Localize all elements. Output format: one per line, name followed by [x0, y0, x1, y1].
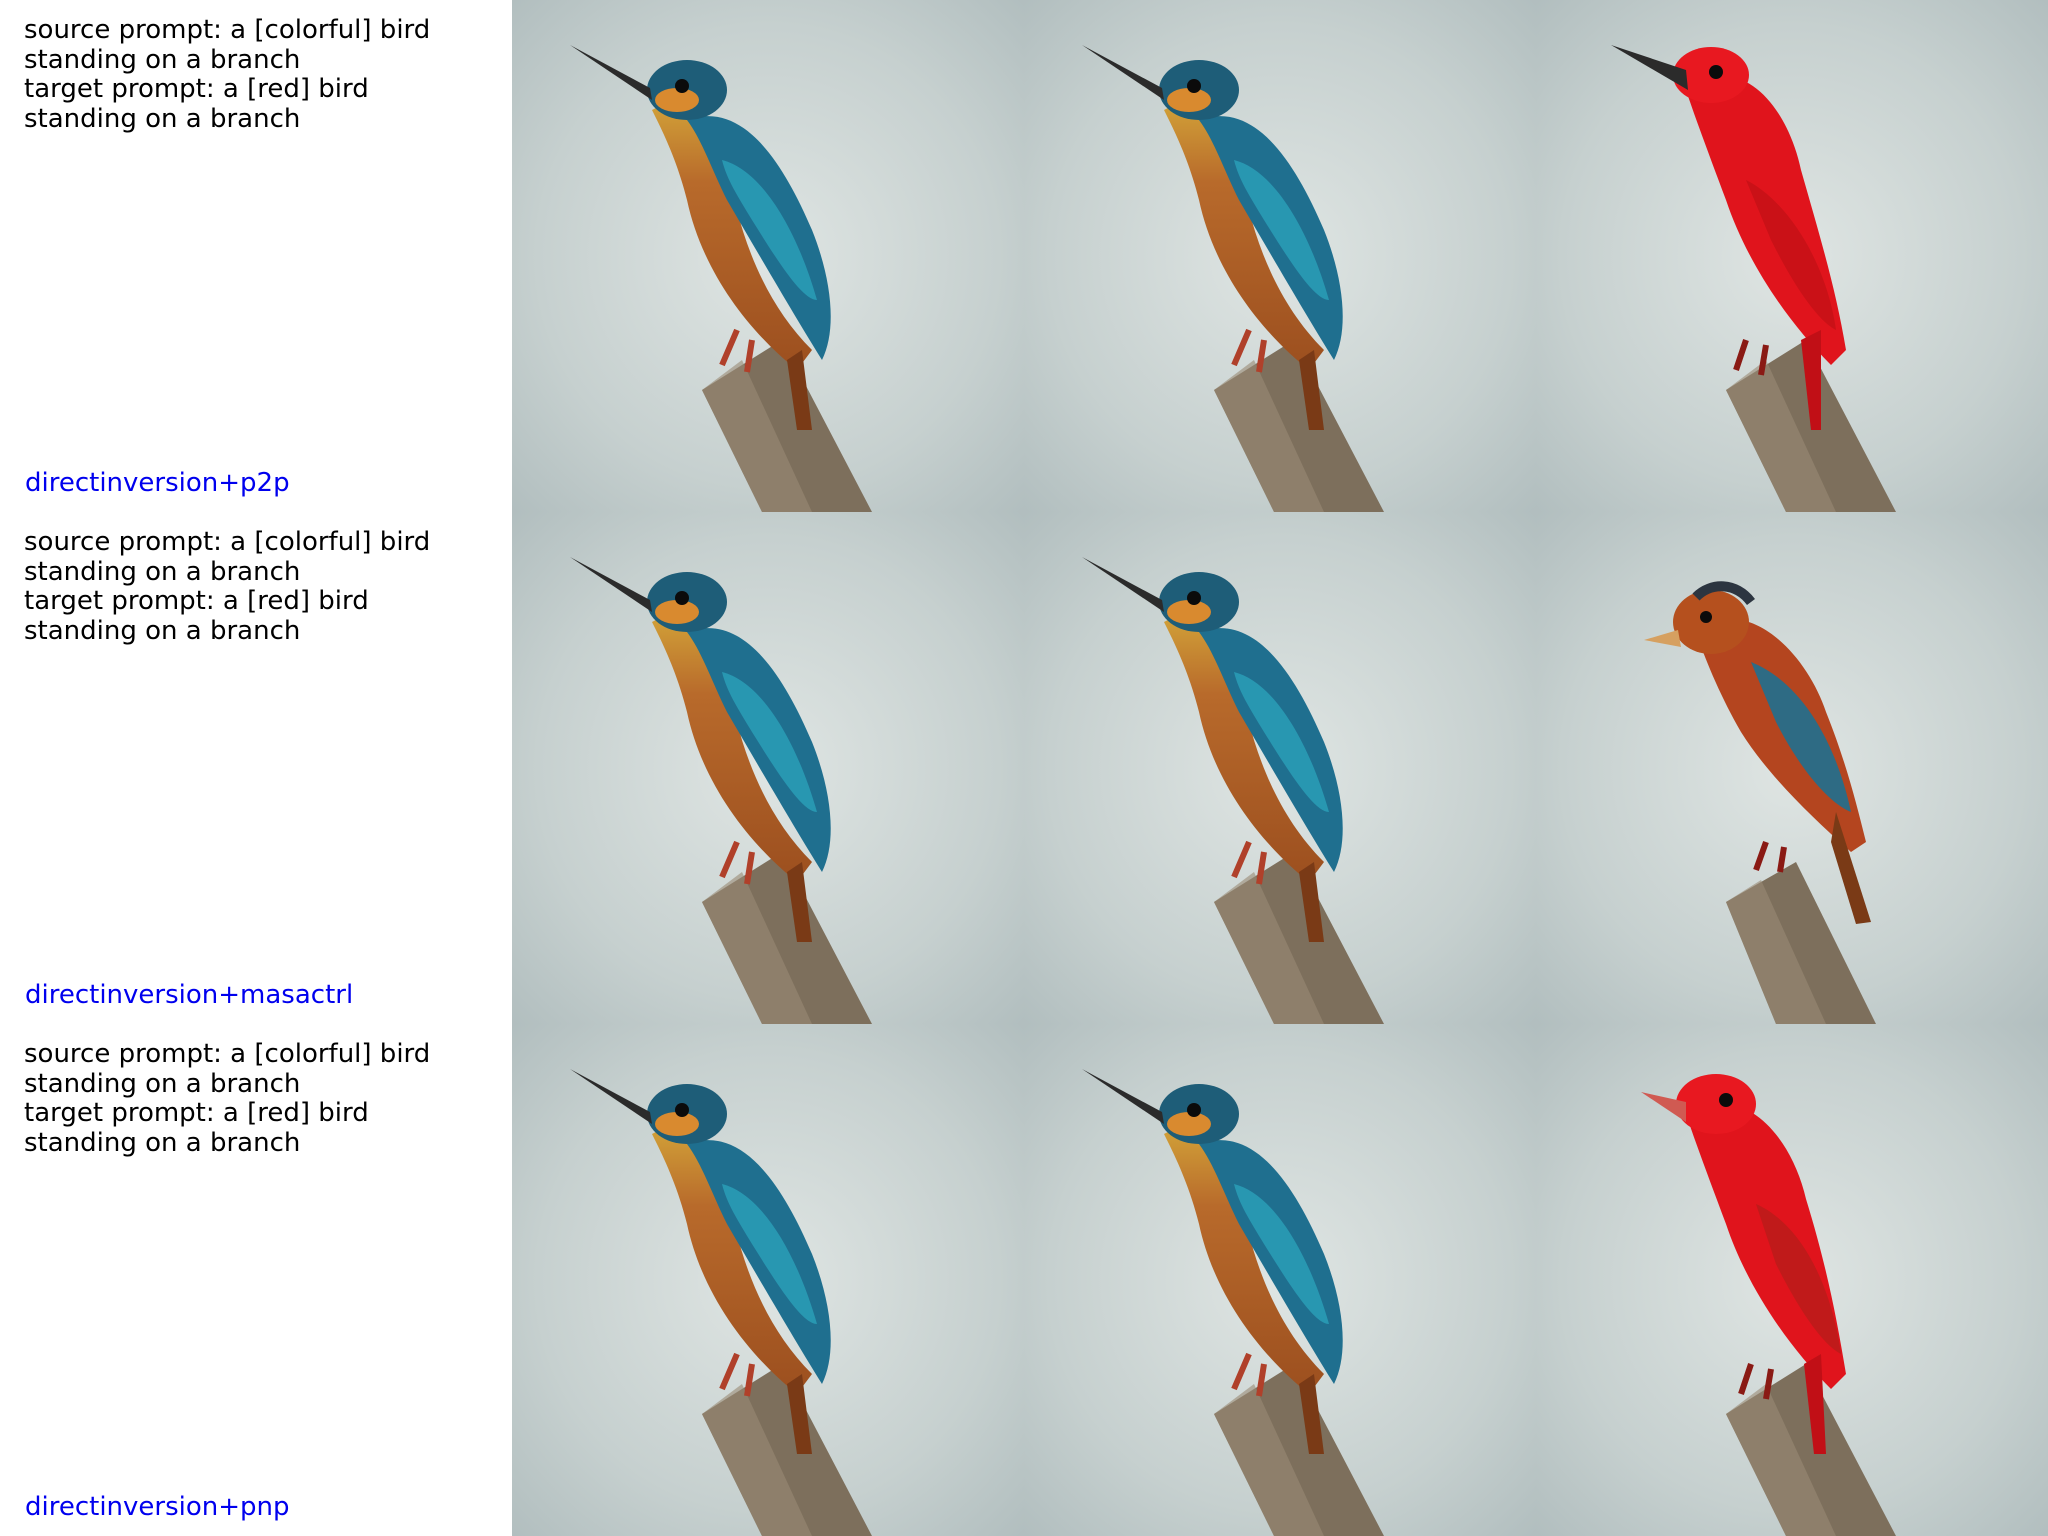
- method-name: directinversion+masactrl: [25, 980, 354, 1010]
- comparison-grid: source prompt: a [colorful] bird standin…: [0, 0, 2048, 1536]
- target-prompt: target prompt: a [red] bird standing on …: [24, 1098, 369, 1158]
- row-label-3: source prompt: a [colorful] bird standin…: [0, 1024, 512, 1536]
- red-bird-image: [1536, 1024, 2048, 1536]
- kingfisher-bird-image: [1024, 0, 1536, 512]
- kingfisher-bird-image: [1024, 512, 1536, 1024]
- prompt-text: source prompt: a [colorful] bird standin…: [24, 15, 484, 134]
- prompt-text: source prompt: a [colorful] bird standin…: [24, 1039, 484, 1158]
- brown-red-bird-image: [1536, 512, 2048, 1024]
- brown-red-bird-photo: [1536, 512, 2048, 1024]
- red-bird-image: [1536, 0, 2048, 512]
- source-prompt: source prompt: a [colorful] bird standin…: [24, 527, 431, 587]
- red-bird-photo: [1536, 1024, 2048, 1536]
- target-prompt: target prompt: a [red] bird standing on …: [24, 74, 369, 134]
- kingfisher-bird-photo: [512, 0, 1024, 512]
- method-name: directinversion+p2p: [25, 468, 290, 498]
- source-prompt: source prompt: a [colorful] bird standin…: [24, 1039, 431, 1099]
- method-name: directinversion+pnp: [25, 1492, 290, 1522]
- kingfisher-bird-image: [512, 0, 1024, 512]
- kingfisher-bird-photo: [1024, 0, 1536, 512]
- kingfisher-bird-image: [1024, 1024, 1536, 1536]
- source-prompt: source prompt: a [colorful] bird standin…: [24, 15, 431, 75]
- prompt-text: source prompt: a [colorful] bird standin…: [24, 527, 484, 646]
- kingfisher-bird-image: [512, 1024, 1024, 1536]
- kingfisher-bird-photo: [512, 1024, 1024, 1536]
- target-prompt: target prompt: a [red] bird standing on …: [24, 586, 369, 646]
- kingfisher-bird-image: [512, 512, 1024, 1024]
- red-bird-photo: [1536, 0, 2048, 512]
- kingfisher-bird-photo: [512, 512, 1024, 1024]
- row-label-1: source prompt: a [colorful] bird standin…: [0, 0, 512, 512]
- kingfisher-bird-photo: [1024, 512, 1536, 1024]
- kingfisher-bird-photo: [1024, 1024, 1536, 1536]
- row-label-2: source prompt: a [colorful] bird standin…: [0, 512, 512, 1024]
